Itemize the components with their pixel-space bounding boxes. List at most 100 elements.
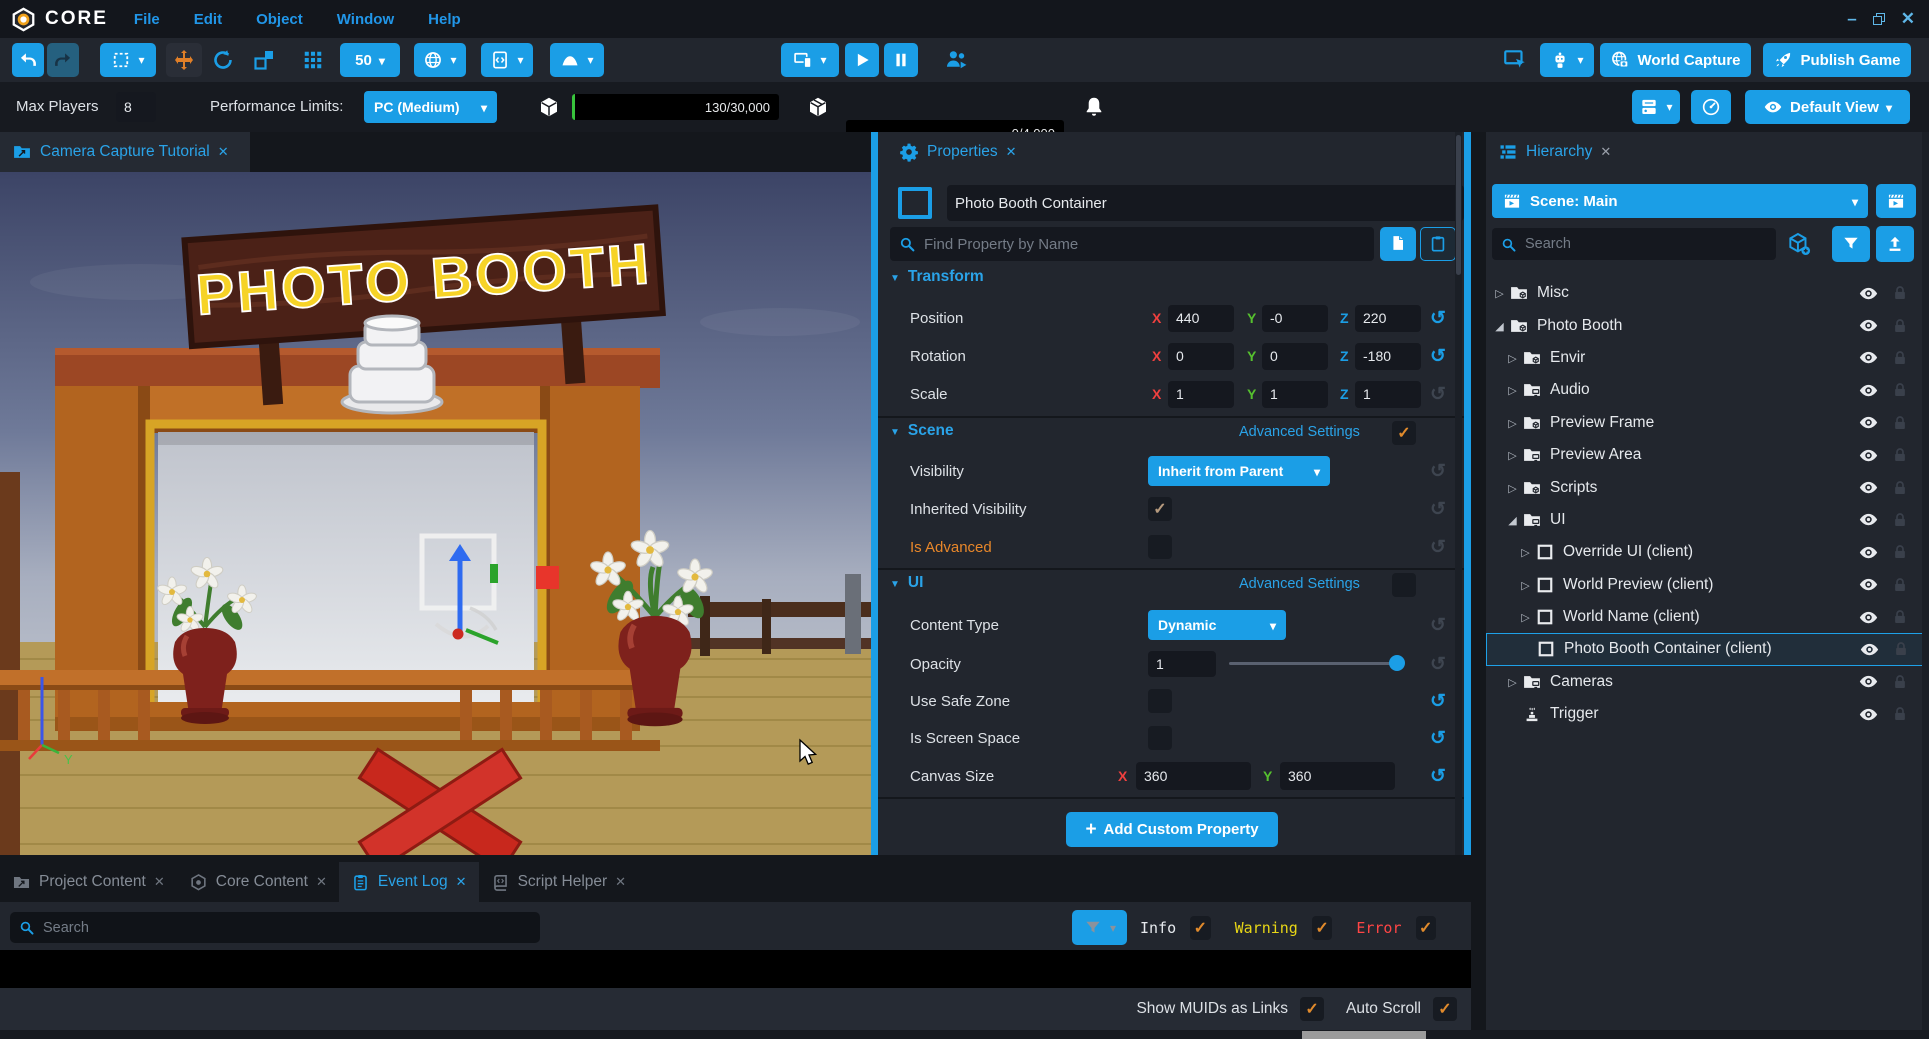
viewport-3d-scene[interactable]: PHOTO BOOTH [0, 172, 871, 855]
opacity-input[interactable]: 1 [1148, 651, 1216, 677]
visibility-eye-icon[interactable] [1858, 445, 1879, 466]
collapse-arrow-icon[interactable] [1495, 317, 1503, 335]
copy-properties-button[interactable] [1380, 227, 1416, 261]
tab-core-content[interactable]: Core Content [177, 862, 339, 902]
hierarchy-item-override-ui-client[interactable]: Override UI (client) [1486, 536, 1929, 568]
event-log-search-box[interactable]: Search [10, 912, 540, 943]
expand-arrow-icon[interactable] [1508, 673, 1516, 691]
menu-file[interactable]: File [134, 11, 160, 28]
visibility-eye-icon[interactable] [1858, 477, 1879, 498]
canvas-size-y-input[interactable]: 360 [1280, 762, 1395, 790]
visibility-eye-icon[interactable] [1858, 347, 1879, 368]
visibility-eye-icon[interactable] [1858, 412, 1879, 433]
properties-tab-close-icon[interactable] [1006, 144, 1017, 160]
hierarchy-item-photo-booth[interactable]: Photo Booth [1486, 309, 1929, 341]
script-dropdown[interactable] [481, 43, 533, 77]
tab-close-icon[interactable] [615, 874, 626, 890]
expand-arrow-icon[interactable] [1508, 381, 1516, 399]
properties-tab[interactable]: Properties [887, 132, 1023, 172]
tab-close-icon[interactable] [456, 874, 467, 890]
hierarchy-tab[interactable]: Hierarchy [1486, 132, 1626, 172]
reset-is-screen-space-icon[interactable] [1426, 726, 1450, 750]
expand-arrow-icon[interactable] [1521, 543, 1529, 561]
log-filter-checkbox-warning[interactable] [1312, 916, 1333, 940]
expand-arrow-icon[interactable] [1521, 576, 1529, 594]
visibility-eye-icon[interactable] [1858, 509, 1879, 530]
log-filter-checkbox-error[interactable] [1416, 916, 1437, 940]
scale-x-input[interactable]: 1 [1168, 381, 1234, 408]
scene-manager-button[interactable] [1876, 184, 1916, 218]
properties-hierarchy-splitter[interactable] [1464, 132, 1471, 855]
hierarchy-item-photo-booth-container-client[interactable]: Photo Booth Container (client) [1486, 633, 1929, 665]
expand-arrow-icon[interactable] [1508, 414, 1516, 432]
tab-project-content[interactable]: Project Content [0, 862, 177, 902]
multiplayer-preview-dropdown[interactable] [781, 43, 839, 77]
reset-rotation-icon[interactable] [1426, 344, 1450, 368]
menu-window[interactable]: Window [337, 11, 394, 28]
visibility-eye-icon[interactable] [1858, 542, 1879, 563]
lock-icon[interactable] [1891, 543, 1909, 561]
visibility-eye-icon[interactable] [1858, 380, 1879, 401]
restore-button[interactable] [1873, 13, 1885, 25]
lock-icon[interactable] [1891, 576, 1909, 594]
hierarchy-tab-close-icon[interactable] [1600, 144, 1611, 160]
menu-object[interactable]: Object [256, 11, 303, 28]
is-screen-space-checkbox[interactable] [1148, 726, 1172, 750]
lock-icon[interactable] [1891, 414, 1909, 432]
ui-section-header[interactable]: UI [890, 574, 923, 592]
expand-arrow-icon[interactable] [1508, 479, 1516, 497]
visibility-eye-icon[interactable] [1858, 315, 1879, 336]
hierarchy-search-box[interactable]: Search [1492, 228, 1776, 260]
visibility-dropdown[interactable]: Inherit from Parent [1148, 456, 1330, 486]
hierarchy-item-envir[interactable]: Envir [1486, 342, 1929, 374]
scene-section-header[interactable]: Scene [890, 422, 954, 440]
scale-y-input[interactable]: 1 [1262, 381, 1328, 408]
expand-arrow-icon[interactable] [1521, 608, 1529, 626]
lock-icon[interactable] [1891, 511, 1909, 529]
reset-canvas-size-icon[interactable] [1426, 764, 1450, 788]
scale-tool-button[interactable] [252, 48, 276, 72]
reset-position-icon[interactable] [1426, 306, 1450, 330]
lock-icon[interactable] [1891, 608, 1909, 626]
visibility-eye-icon[interactable] [1858, 607, 1879, 628]
multiplayer-players-icon[interactable] [944, 47, 969, 72]
hierarchy-export-button[interactable] [1876, 226, 1914, 262]
hierarchy-filter-button[interactable] [1832, 226, 1870, 262]
hierarchy-item-preview-frame[interactable]: Preview Frame [1486, 407, 1929, 439]
transform-section-header[interactable]: Transform [890, 268, 984, 286]
is-advanced-checkbox[interactable] [1148, 535, 1172, 559]
event-log-output[interactable] [0, 950, 1471, 988]
world-capture-button[interactable]: World Capture [1600, 43, 1751, 77]
selection-mode-dropdown[interactable] [100, 43, 156, 77]
bot-dropdown[interactable] [1540, 43, 1594, 77]
lock-icon[interactable] [1891, 317, 1909, 335]
performance-gauge-button[interactable] [1691, 90, 1731, 124]
visibility-eye-icon[interactable] [1858, 704, 1879, 725]
lock-icon[interactable] [1891, 284, 1909, 302]
publish-game-button[interactable]: Publish Game [1763, 43, 1911, 77]
max-players-input[interactable]: 8 [116, 92, 156, 122]
lock-icon[interactable] [1891, 381, 1909, 399]
grid-size-dropdown[interactable]: 50 [340, 43, 400, 77]
hierarchy-item-world-preview-client[interactable]: World Preview (client) [1486, 569, 1929, 601]
lock-icon[interactable] [1891, 349, 1909, 367]
hierarchy-item-trigger[interactable]: Trigger [1486, 698, 1929, 730]
content-type-dropdown[interactable]: Dynamic [1148, 610, 1286, 640]
object-name-field[interactable]: Photo Booth Container [947, 185, 1464, 221]
play-button[interactable] [845, 43, 879, 77]
viewport-properties-splitter[interactable] [871, 132, 878, 855]
move-tool-button[interactable] [166, 43, 202, 77]
tab-close-icon[interactable] [154, 874, 165, 890]
scene-advanced-settings-checkbox[interactable] [1392, 421, 1416, 445]
menu-help[interactable]: Help [428, 11, 461, 28]
log-filter-checkbox-info[interactable] [1190, 916, 1211, 940]
position-x-input[interactable]: 440 [1168, 305, 1234, 332]
hierarchy-item-preview-area[interactable]: Preview Area [1486, 439, 1929, 471]
save-dropdown[interactable] [1632, 90, 1680, 124]
auto-scroll-checkbox[interactable] [1433, 997, 1457, 1021]
rotation-y-input[interactable]: 0 [1262, 343, 1328, 370]
scale-z-input[interactable]: 1 [1355, 381, 1421, 408]
visibility-eye-icon[interactable] [1858, 671, 1879, 692]
hierarchy-item-scripts[interactable]: Scripts [1486, 471, 1929, 503]
default-view-dropdown[interactable]: Default View [1745, 90, 1910, 124]
